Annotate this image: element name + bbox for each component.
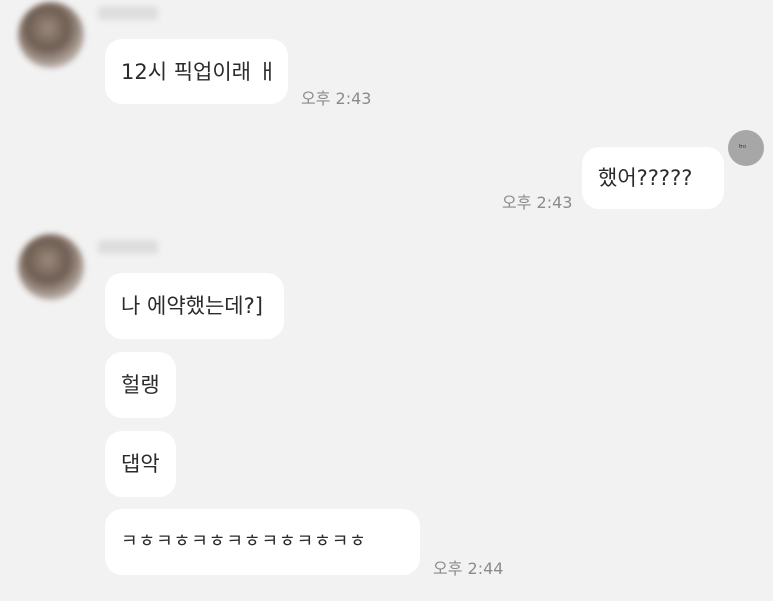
face-icon: ᵒ᷅ᵒ [739, 144, 747, 154]
message-time: 오후 2:44 [433, 559, 504, 578]
message-text: 댑악 [121, 452, 160, 476]
message-text: ㅋㅎㅋㅎㅋㅎㅋㅎㅋㅎㅋㅎㅋㅎ [121, 531, 367, 552]
sender-avatar[interactable] [18, 2, 84, 68]
message-time: 오후 2:43 [502, 193, 573, 212]
message-bubble-outgoing[interactable]: 했어????? [582, 147, 724, 209]
message-text: 나 에약했는데?] [121, 294, 263, 318]
message-bubble-incoming[interactable]: 댑악 [105, 431, 176, 497]
sender-name-blurred [98, 6, 158, 20]
message-text: 했어????? [598, 166, 693, 190]
message-bubble-incoming[interactable]: ㅋㅎㅋㅎㅋㅎㅋㅎㅋㅎㅋㅎㅋㅎ [105, 509, 420, 575]
message-bubble-incoming[interactable]: 헐랭 [105, 352, 176, 418]
message-text: 12시 픽업이래 ㅐ [121, 59, 277, 84]
message-bubble-incoming[interactable]: 나 에약했는데?] [105, 273, 284, 339]
sender-avatar[interactable] [18, 234, 84, 300]
message-time: 오후 2:43 [301, 89, 372, 108]
sender-name-blurred [98, 240, 158, 254]
message-bubble-incoming[interactable]: 12시 픽업이래 ㅐ [105, 39, 288, 104]
my-avatar[interactable]: ᵒ᷅ᵒ [728, 130, 764, 166]
message-text: 헐랭 [121, 373, 160, 397]
